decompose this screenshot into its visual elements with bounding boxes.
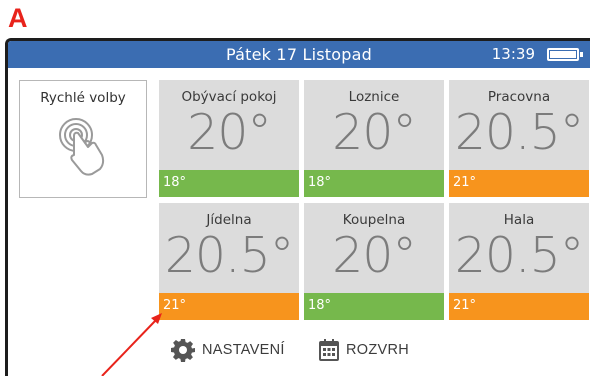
room-setpoint: 18° xyxy=(304,170,444,197)
quick-settings-label: Rychlé volby xyxy=(40,90,126,106)
room-setpoint: 21° xyxy=(449,293,589,320)
room-temperature: 20° xyxy=(187,104,272,161)
room-name: Hala xyxy=(503,212,535,228)
quick-settings-button[interactable]: Rychlé volby xyxy=(19,80,147,198)
room-name: Loznice xyxy=(348,89,400,105)
schedule-label: ROZVRH xyxy=(346,342,410,358)
annotation-letter: A xyxy=(8,3,28,33)
room-temperature: 20.5° xyxy=(164,227,295,284)
room-tile-koupelna[interactable]: Koupelna 20° 18° xyxy=(304,203,444,320)
room-tile-hala[interactable]: Hala 20.5° 21° xyxy=(449,203,589,320)
touch-icon xyxy=(59,118,105,176)
room-temperature: 20.5° xyxy=(454,227,585,284)
room-tile-pracovna[interactable]: Pracovna 20.5° 21° xyxy=(449,80,589,197)
room-temperature: 20° xyxy=(332,104,417,161)
room-setpoint: 18° xyxy=(159,170,299,197)
clock: 13:39 xyxy=(491,45,535,63)
settings-label: NASTAVENÍ xyxy=(202,342,285,358)
room-setpoint: 18° xyxy=(304,293,444,320)
room-name: Obývací pokoj xyxy=(181,89,277,105)
room-name: Koupelna xyxy=(342,212,406,228)
room-setpoint: 21° xyxy=(159,293,299,320)
room-temperature: 20° xyxy=(332,227,417,284)
thermostat-screen: Pátek 17 Listopad 13:39 Rychlé volby Obý… xyxy=(5,38,590,376)
room-tile-loznice[interactable]: Loznice 20° 18° xyxy=(304,80,444,197)
room-tile-jidelna[interactable]: Jídelna 20.5° 21° xyxy=(159,203,299,320)
room-name: Jídelna xyxy=(206,212,252,228)
calendar-icon xyxy=(319,339,339,361)
settings-button[interactable]: NASTAVENÍ xyxy=(171,338,285,362)
room-setpoint: 21° xyxy=(449,170,589,197)
room-temperature: 20.5° xyxy=(454,104,585,161)
header-bar: Pátek 17 Listopad 13:39 xyxy=(8,41,590,68)
gear-icon xyxy=(171,339,195,362)
room-tile-obyvaci-pokoj[interactable]: Obývací pokoj 20° 18° xyxy=(159,80,299,197)
room-name: Pracovna xyxy=(487,89,551,105)
battery-icon xyxy=(547,48,583,61)
schedule-button[interactable]: ROZVRH xyxy=(319,338,409,362)
